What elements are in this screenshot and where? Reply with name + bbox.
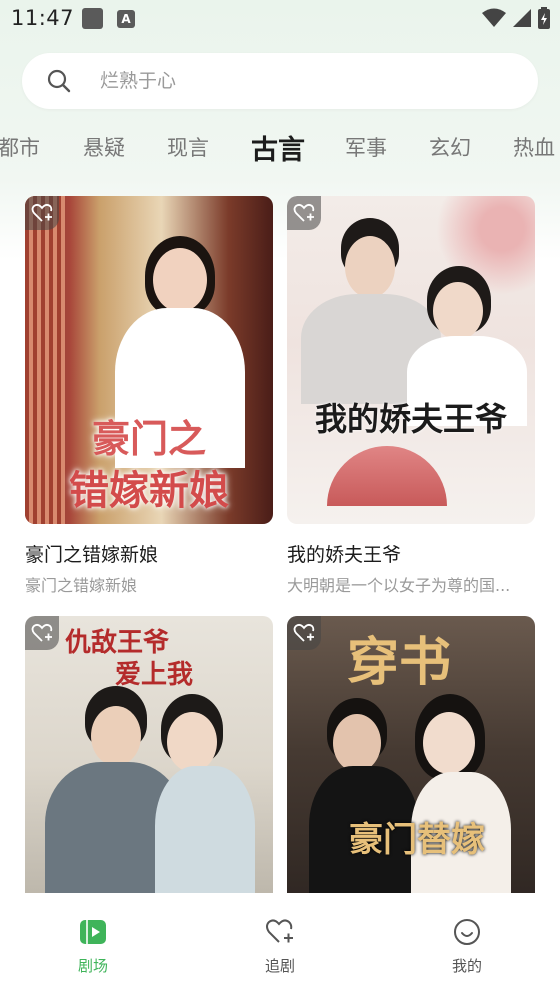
follow-button[interactable]	[25, 196, 59, 230]
tab-xianyan[interactable]: 现言	[167, 132, 209, 162]
drama-poster[interactable]: 仇敌王爷 爱上我	[25, 616, 273, 916]
drama-card[interactable]: 穿书 豪门替嫁	[287, 616, 535, 916]
tab-rexue[interactable]: 热血	[513, 132, 555, 162]
theater-icon	[80, 920, 106, 944]
follow-button[interactable]	[287, 616, 321, 650]
nav-theater-label: 剧场	[77, 957, 108, 975]
tab-xuanyi[interactable]: 悬疑	[83, 132, 125, 162]
poster-title-line1: 穿书	[347, 632, 452, 693]
drama-description: 豪门之错嫁新娘	[25, 576, 138, 595]
drama-card[interactable]: 豪门之 错嫁新娘 豪门之错嫁新娘 豪门之错嫁新娘	[25, 196, 273, 596]
notification-app-icon	[82, 8, 103, 29]
status-bar: 11:47 A	[0, 0, 560, 40]
nav-following[interactable]: 追剧	[220, 917, 340, 976]
category-tabs: 都市 悬疑 现言 古言 军事 玄幻 热血	[0, 124, 560, 170]
heart-plus-icon	[293, 203, 315, 222]
heart-plus-icon	[31, 203, 53, 222]
tab-guyan[interactable]: 古言	[251, 128, 305, 167]
poster-title-line1: 我的娇夫王爷	[314, 400, 507, 438]
tab-xuanhuan[interactable]: 玄幻	[429, 132, 471, 162]
profile-smile-icon	[454, 919, 480, 945]
search-bar[interactable]	[22, 53, 538, 109]
drama-card[interactable]: 仇敌王爷 爱上我	[25, 616, 273, 916]
search-icon	[47, 69, 71, 93]
figure-face	[433, 282, 483, 340]
drama-title[interactable]: 豪门之错嫁新娘	[25, 540, 273, 567]
figure-face	[333, 714, 381, 772]
heart-plus-icon	[31, 623, 53, 642]
figure-face	[345, 236, 395, 298]
drama-card[interactable]: 我的娇夫王爷 我的娇夫王爷 大明朝是一个以女子为尊的国...	[287, 196, 535, 596]
heart-plus-icon	[293, 623, 315, 642]
drama-poster[interactable]: 我的娇夫王爷	[287, 196, 535, 524]
nav-theater[interactable]: 剧场	[33, 917, 153, 976]
heart-plus-icon	[266, 919, 293, 943]
poster-title-line2: 豪门替嫁	[349, 820, 485, 860]
signal-icon	[513, 9, 531, 27]
app-screen: 11:47 A 都市 悬疑 现言 古言 军事 玄幻 热血	[0, 0, 560, 995]
figure-face	[167, 712, 217, 772]
poster-title-line1: 豪门之	[91, 416, 206, 461]
drama-title[interactable]: 我的娇夫王爷	[287, 540, 535, 567]
drama-poster[interactable]: 穿书 豪门替嫁	[287, 616, 535, 916]
nav-profile-label: 我的	[451, 957, 482, 975]
figure-face	[91, 706, 141, 766]
nav-profile[interactable]: 我的	[407, 917, 527, 976]
bottom-nav: 剧场 追剧 我的	[0, 893, 560, 995]
poster-title-line2: 爱上我	[115, 660, 194, 690]
search-input[interactable]	[100, 53, 500, 109]
wifi-icon	[482, 8, 506, 27]
tab-junshi[interactable]: 军事	[345, 132, 387, 162]
battery-icon	[538, 7, 550, 29]
figure-face	[153, 248, 207, 312]
status-indicators	[482, 7, 550, 29]
nav-following-label: 追剧	[264, 957, 295, 975]
follow-button[interactable]	[287, 196, 321, 230]
status-time: 11:47	[11, 6, 75, 30]
poster-title-line2: 错嫁新娘	[69, 467, 229, 514]
drama-poster[interactable]: 豪门之 错嫁新娘	[25, 196, 273, 524]
figure-face	[423, 712, 475, 774]
umbrella-decor	[327, 446, 447, 506]
drama-description: 大明朝是一个以女子为尊的国...	[287, 576, 511, 595]
follow-button[interactable]	[25, 616, 59, 650]
tab-dushi[interactable]: 都市	[0, 132, 40, 162]
notification-badge-icon: A	[117, 10, 135, 28]
